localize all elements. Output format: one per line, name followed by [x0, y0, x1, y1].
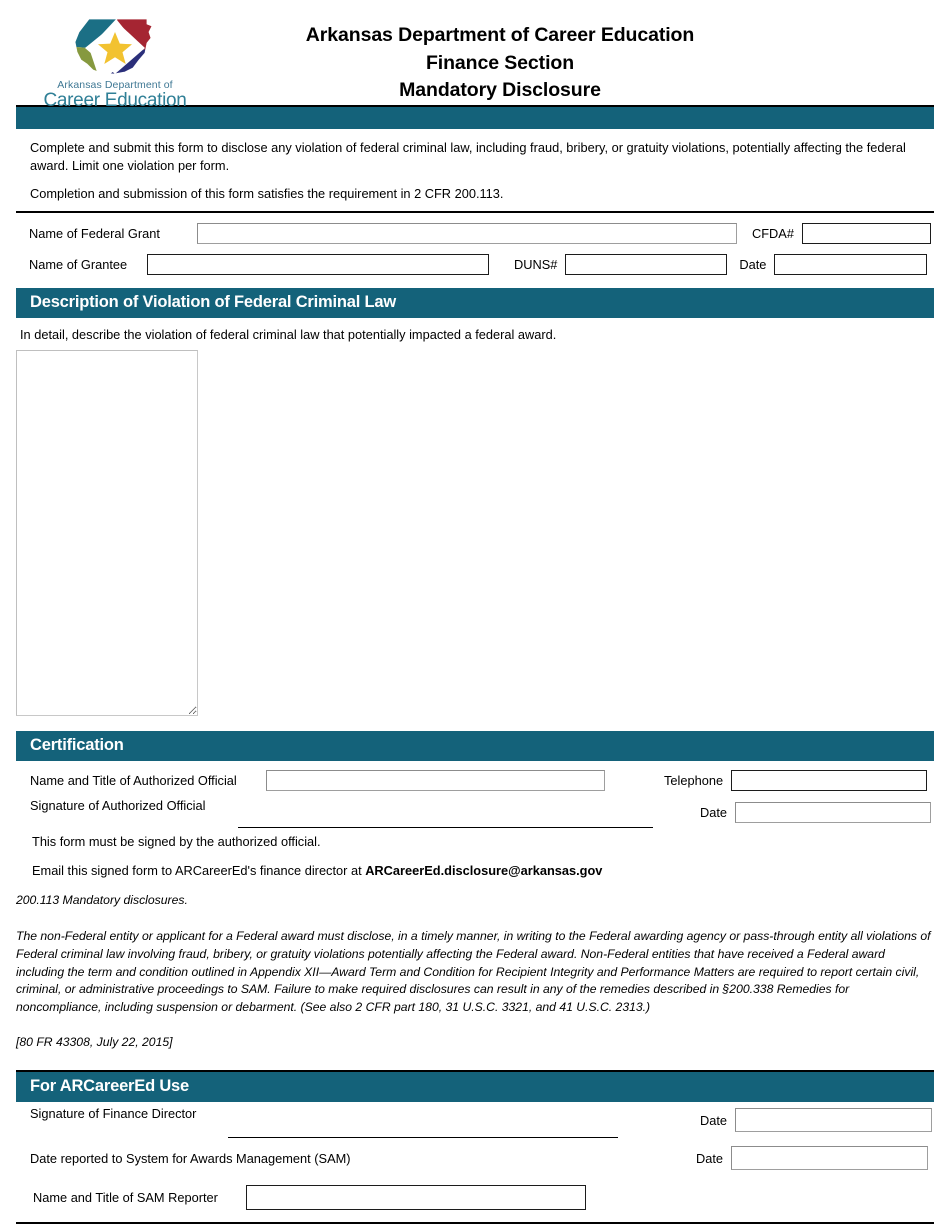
- label-name-and-title-sam-reporter: Name and Title of SAM Reporter: [33, 1189, 218, 1205]
- label-date-finance-director: Date: [700, 1112, 728, 1128]
- section-header-office-use: For ARCareerEd Use: [16, 1070, 934, 1103]
- label-date-certification: Date: [700, 804, 728, 820]
- input-date-grant[interactable]: [774, 254, 928, 276]
- section-header-certification: Certification: [16, 731, 934, 762]
- email-address: ARCareerEd.disclosure@arkansas.gov: [365, 863, 603, 879]
- agency-logo: Arkansas Department of Career Education: [0, 8, 230, 111]
- note-email-instruction: Email this signed form to ARCareerEd's f…: [16, 849, 934, 878]
- label-date-sam: Date: [696, 1150, 724, 1166]
- title-line-form: Mandatory Disclosure: [399, 79, 601, 102]
- input-duns[interactable]: [565, 254, 728, 276]
- row-sam-reporter: Name and Title of SAM Reporter: [16, 1178, 934, 1216]
- label-name-of-federal-grant: Name of Federal Grant: [29, 226, 160, 242]
- input-name-and-title-sam-reporter[interactable]: [246, 1184, 586, 1210]
- label-signature-finance-director: Signature of Finance Director: [30, 1106, 197, 1122]
- input-name-of-federal-grant[interactable]: [197, 223, 737, 245]
- intro-text: Complete and submit this form to disclos…: [16, 129, 934, 211]
- row-sam-reported-date: Date reported to System for Awards Manag…: [16, 1138, 934, 1178]
- input-date-certification[interactable]: [735, 801, 932, 823]
- input-date-sam[interactable]: [731, 1146, 929, 1171]
- legal-body: The non-Federal entity or applicant for …: [16, 929, 931, 1014]
- row-grantee: Name of Grantee DUNS# Date: [16, 249, 934, 280]
- input-cfda[interactable]: [801, 223, 931, 245]
- signature-line-finance-director[interactable]: [228, 1118, 618, 1139]
- logo-text-career-education: Career Education: [43, 90, 187, 111]
- section-header-description: Description of Violation of Federal Crim…: [16, 288, 934, 319]
- label-date-reported-to-sam: Date reported to System for Awards Manag…: [30, 1150, 351, 1166]
- title-line-agency: Arkansas Department of Career Education: [305, 24, 695, 46]
- legal-text-block: 200.113 Mandatory disclosures. The non-F…: [0, 892, 950, 1051]
- row-signature-authorized-official: Signature of Authorized Official Date: [16, 796, 934, 829]
- title-line-section: Finance Section: [425, 51, 575, 74]
- description-instruction: In detail, describe the violation of fed…: [20, 327, 557, 343]
- row-federal-grant: Name of Federal Grant CFDA#: [16, 218, 934, 249]
- note-must-be-signed: This form must be signed by the authoriz…: [32, 834, 321, 850]
- label-date-grant: Date: [739, 257, 767, 273]
- label-name-and-title-authorized-official: Name and Title of Authorized Official: [30, 772, 237, 788]
- label-cfda: CFDA#: [752, 226, 794, 242]
- divider-bottom: [16, 1222, 934, 1225]
- input-date-finance-director[interactable]: [735, 1108, 933, 1133]
- input-name-of-grantee[interactable]: [147, 254, 489, 276]
- intro-paragraph-2: Completion and submission of this form s…: [30, 186, 504, 202]
- legal-lead: 200.113 Mandatory disclosures.: [16, 893, 188, 908]
- label-signature-authorized-official: Signature of Authorized Official: [30, 798, 206, 814]
- textarea-violation-description[interactable]: [16, 350, 198, 717]
- row-authorized-official: Name and Title of Authorized Official Te…: [16, 761, 934, 796]
- row-finance-director-signature: Signature of Finance Director Date: [16, 1102, 934, 1139]
- email-instruction-prefix: Email this signed form to ARCareerEd's f…: [32, 863, 366, 879]
- label-duns: DUNS#: [514, 257, 558, 273]
- input-name-and-title-authorized-official[interactable]: [266, 769, 605, 791]
- arkansas-state-star-logo-icon: [74, 18, 153, 75]
- page-title: Arkansas Department of Career Education …: [230, 8, 950, 105]
- input-telephone[interactable]: [731, 769, 928, 791]
- page-header: Arkansas Department of Career Education …: [0, 0, 950, 110]
- label-name-of-grantee: Name of Grantee: [29, 257, 128, 273]
- legal-citation: [80 FR 43308, July 22, 2015]: [16, 1034, 173, 1049]
- label-telephone: Telephone: [664, 772, 724, 788]
- intro-paragraph-1: Complete and submit this form to disclos…: [30, 140, 906, 174]
- signature-line-authorized-official[interactable]: [238, 808, 653, 829]
